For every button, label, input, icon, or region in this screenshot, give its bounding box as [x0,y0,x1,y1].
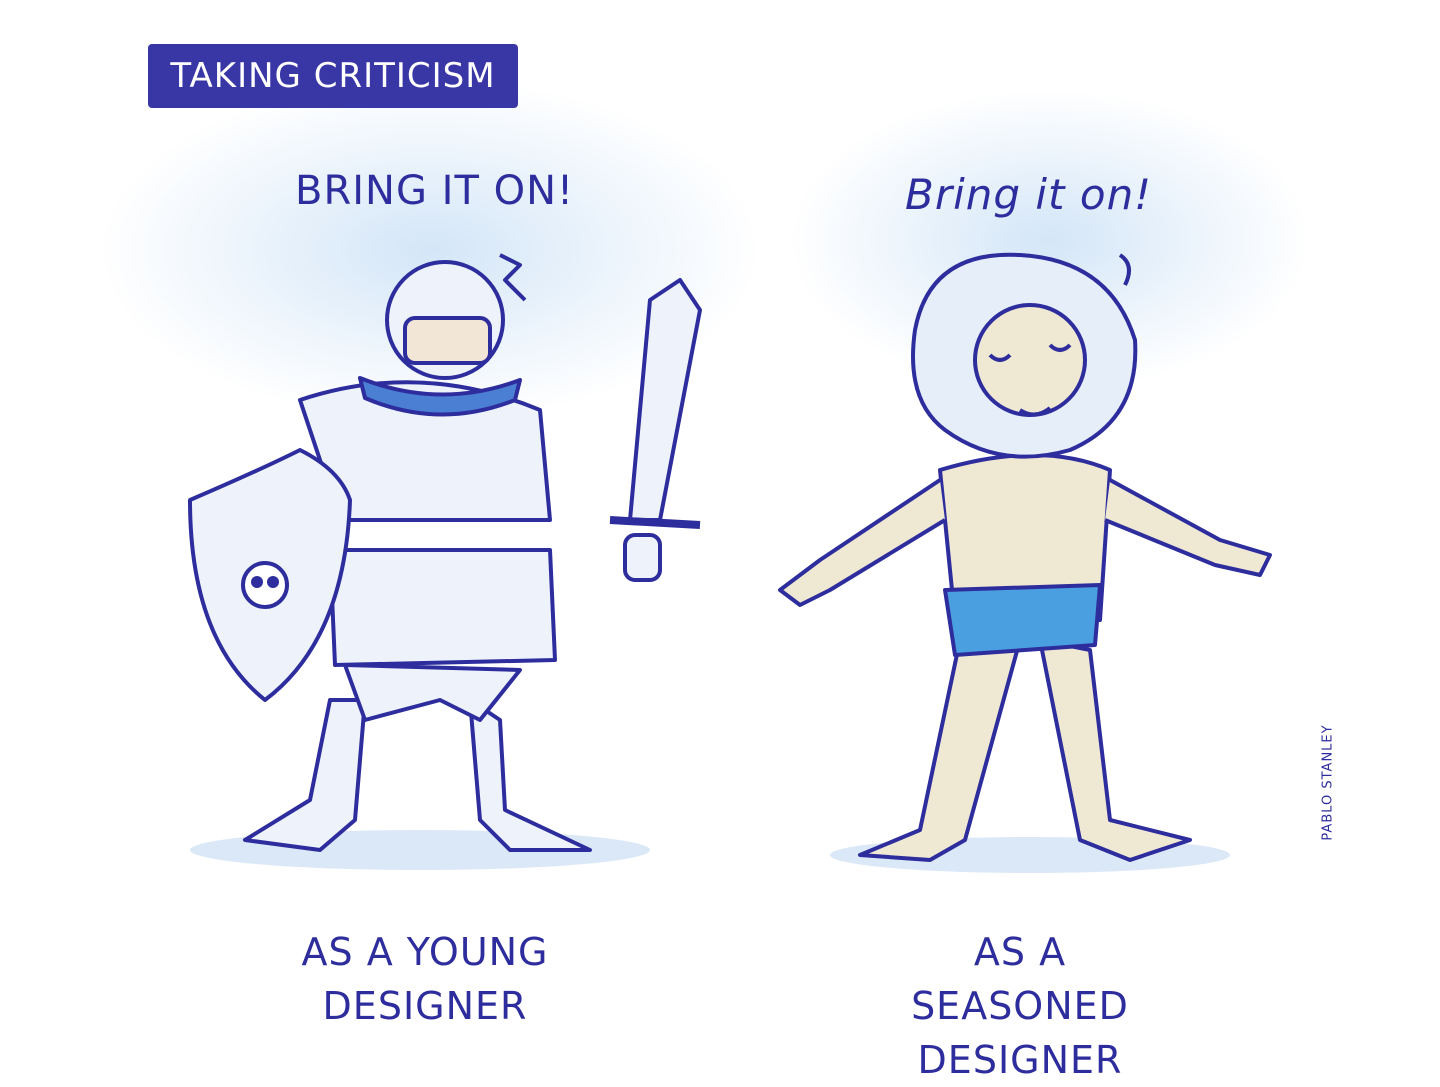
illustration [100,80,1310,873]
seasoned-designer-caption: AS A SEASONED DESIGNER [860,925,1180,1087]
caption-line: AS A SEASONED [911,930,1129,1028]
caption-line: DESIGNER [917,1038,1123,1082]
caption-line: DESIGNER [322,984,528,1028]
caption-line: AS A YOUNG [301,930,549,974]
young-designer-caption: AS A YOUNG DESIGNER [290,925,560,1033]
man-speech: Bring it on! [905,170,1153,219]
artist-signature: PABLO STANLEY [1320,724,1336,841]
knight-speech: BRING IT ON! [295,168,575,214]
title-banner: TAKING CRITICISM [148,44,518,108]
